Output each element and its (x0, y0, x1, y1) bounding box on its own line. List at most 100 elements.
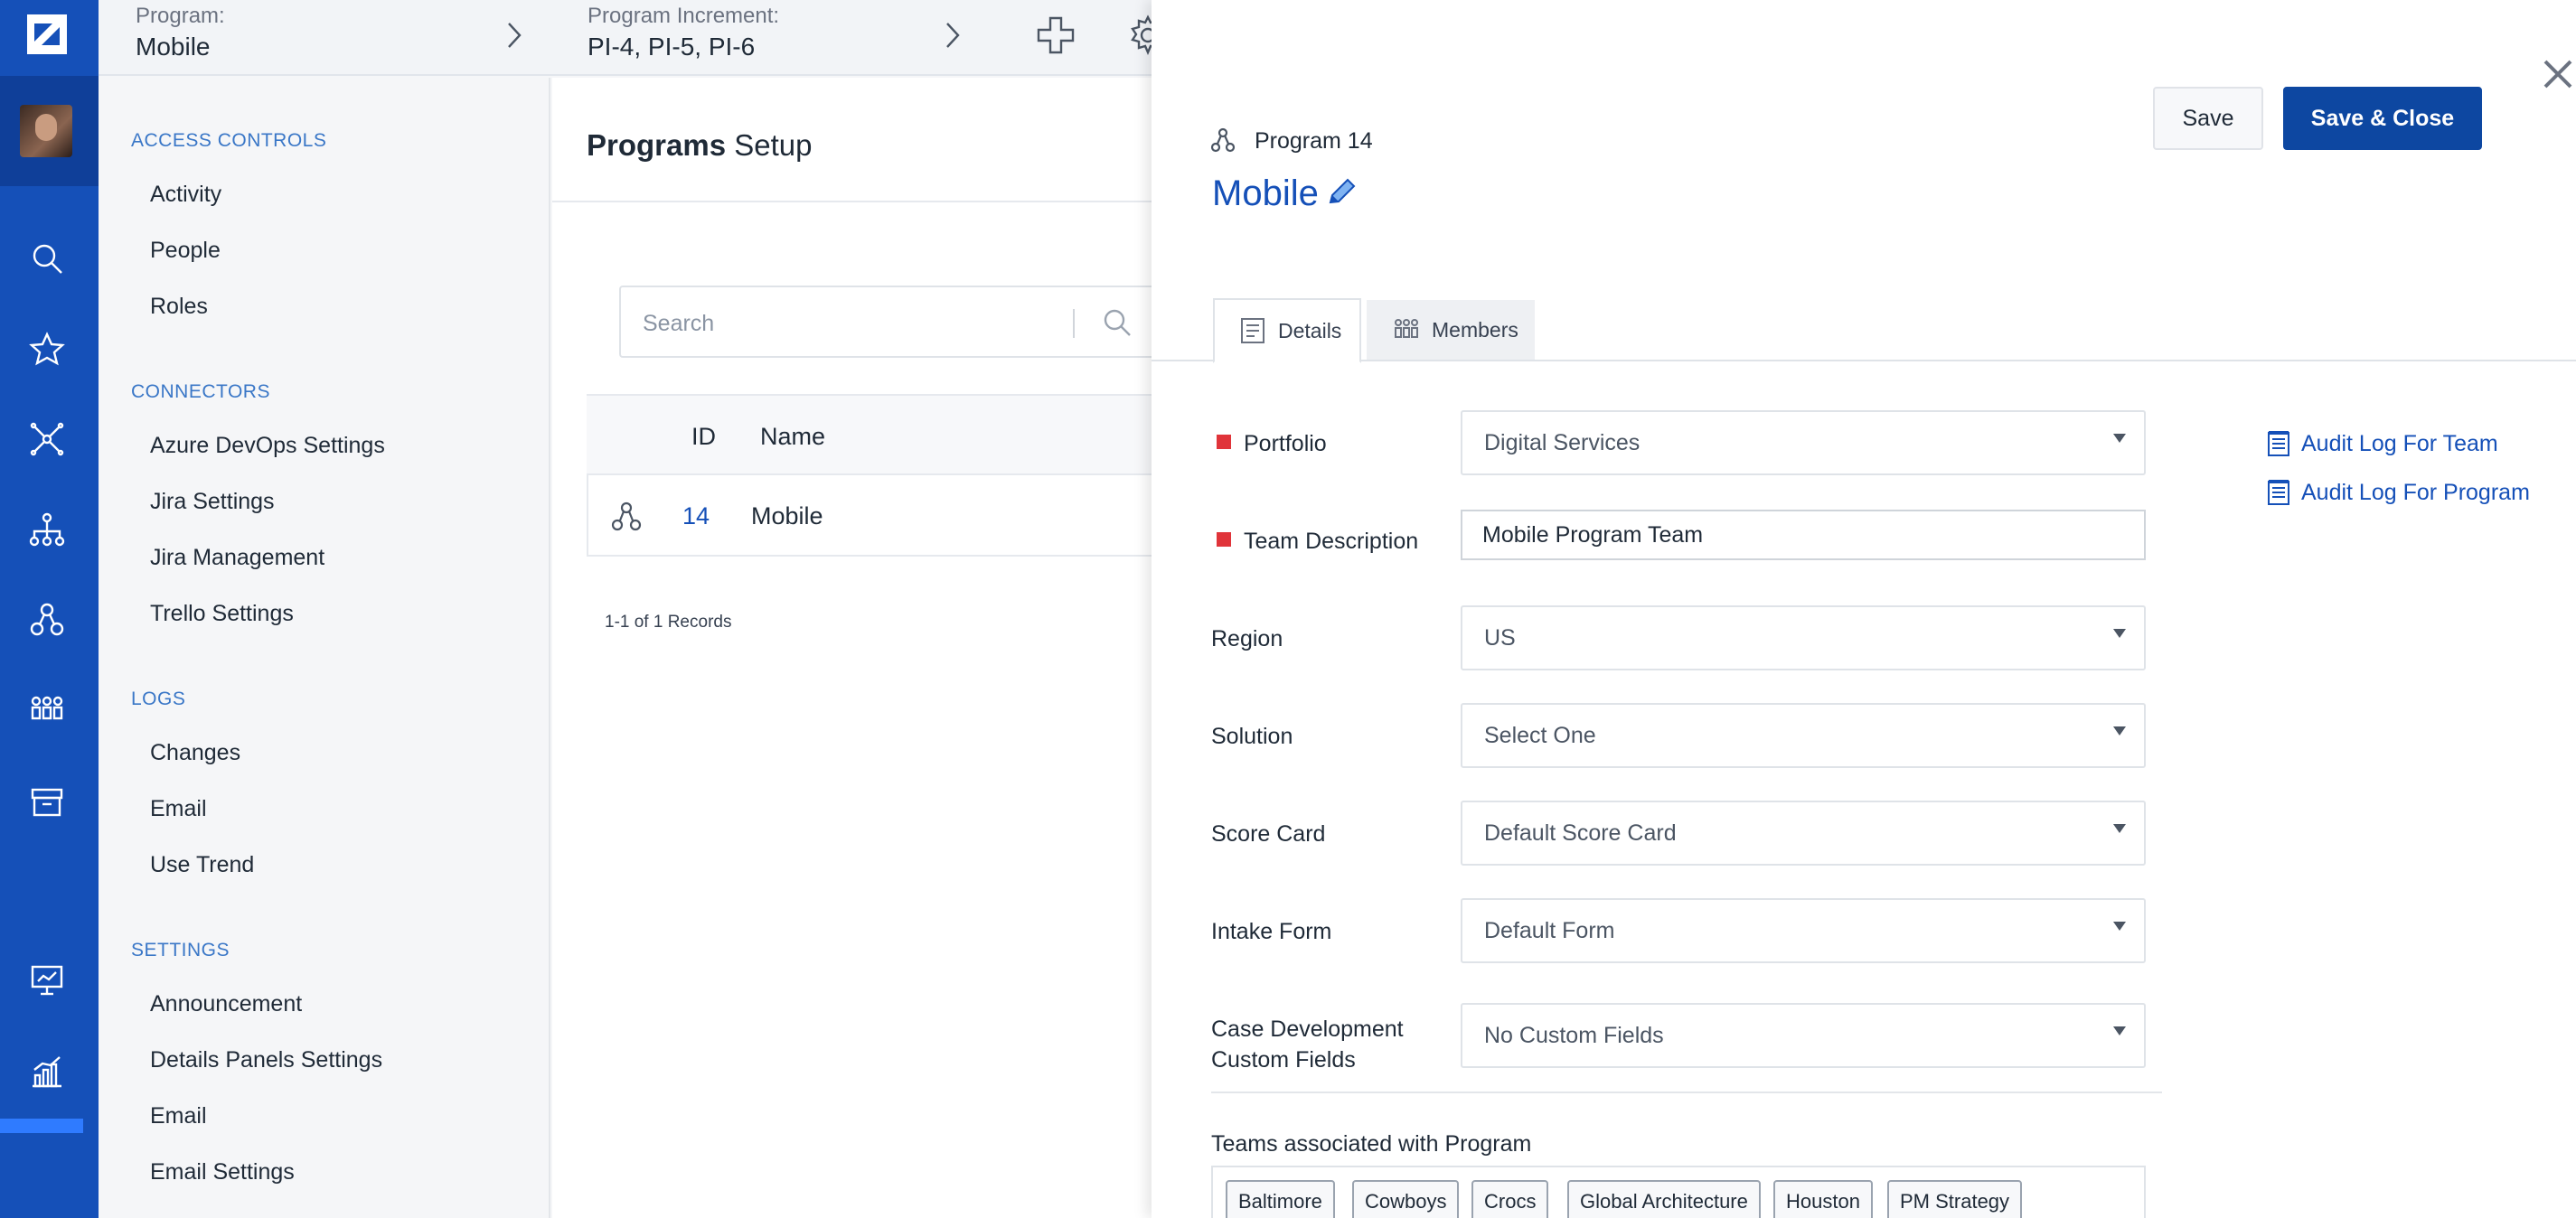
row-id-link[interactable]: 14 (682, 502, 710, 530)
nav-item-jira-management[interactable]: Jira Management (150, 545, 324, 571)
search-icon[interactable] (27, 239, 67, 278)
chevron-right-icon[interactable] (505, 20, 523, 51)
divider (552, 201, 1152, 202)
score-card-value: Default Score Card (1484, 820, 1677, 846)
table-row[interactable]: 14 Mobile (587, 475, 1165, 557)
row-name[interactable]: Mobile (751, 502, 823, 530)
audit-log-program-link[interactable]: Audit Log For Program (2267, 479, 2530, 506)
chevron-right-icon[interactable] (944, 20, 962, 51)
intake-form-select[interactable]: Default Form (1461, 898, 2146, 963)
pencil-icon[interactable] (1323, 175, 1359, 211)
settings-nav: ACCESS CONTROLS Activity People Roles CO… (99, 78, 550, 1218)
program-selector[interactable]: Program: Mobile (136, 4, 225, 61)
nav-item-people[interactable]: People (150, 238, 221, 264)
required-marker (1217, 532, 1231, 547)
team-chip[interactable]: Global Architecture (1567, 1180, 1761, 1218)
program-number: Program 14 (1255, 128, 1373, 154)
nav-item-use-trend[interactable]: Use Trend (150, 852, 254, 878)
intake-form-value: Default Form (1484, 918, 1615, 943)
nav-section-logs: LOGS (131, 689, 186, 709)
solution-value: Select One (1484, 723, 1596, 748)
portfolio-select[interactable]: Digital Services (1461, 410, 2146, 475)
app-logo-icon[interactable] (25, 13, 69, 56)
region-select[interactable]: US (1461, 605, 2146, 670)
nav-item-email[interactable]: Email (150, 1103, 207, 1129)
app-rail (0, 0, 99, 1218)
search-icon[interactable] (1102, 307, 1133, 338)
network-icon[interactable] (27, 419, 67, 459)
team-chip[interactable]: Cowboys (1352, 1180, 1460, 1218)
team-chip[interactable]: Houston (1773, 1180, 1873, 1218)
log-icon (2268, 480, 2289, 505)
programs-setup-page: Programs Setup Search ID Name 14 Mobile … (552, 78, 1165, 1218)
nav-item-activity[interactable]: Activity (150, 182, 221, 208)
team-chip[interactable]: Baltimore (1226, 1180, 1335, 1218)
teams-list[interactable]: Baltimore Cowboys Crocs Global Architect… (1211, 1166, 2146, 1218)
region-label: Region (1211, 626, 1283, 651)
star-icon[interactable] (27, 329, 67, 369)
team-description-input[interactable] (1461, 510, 2146, 560)
presentation-icon[interactable] (27, 960, 67, 999)
nav-item-email-log[interactable]: Email (150, 796, 207, 822)
tab-details-label: Details (1278, 318, 1342, 342)
caret-down-icon (2113, 1026, 2126, 1035)
intake-form-label: Intake Form (1211, 919, 1332, 944)
audit-log-team-label: Audit Log For Team (2301, 430, 2498, 456)
score-card-label: Score Card (1211, 821, 1326, 847)
case-development-label: Case Development Custom Fields (1211, 1014, 1404, 1075)
solution-select[interactable]: Select One (1461, 703, 2146, 768)
team-description-label: Team Description (1211, 526, 1418, 557)
tab-details[interactable]: Details (1213, 298, 1361, 363)
tab-members-label: Members (1432, 317, 1518, 342)
program-icon (1209, 126, 1236, 154)
teams-icon[interactable] (27, 690, 67, 730)
case-development-label-line1: Case Development (1211, 1017, 1404, 1042)
records-count: 1-1 of 1 Records (605, 613, 732, 632)
tab-members[interactable]: Members (1367, 300, 1535, 360)
increment-label: Program Increment: (588, 4, 780, 28)
user-avatar[interactable] (20, 105, 72, 157)
divider (1211, 1092, 2162, 1093)
caret-down-icon (2113, 434, 2126, 443)
team-chip[interactable]: Crocs (1471, 1180, 1549, 1218)
nav-item-email-settings[interactable]: Email Settings (150, 1159, 295, 1185)
nav-item-roles[interactable]: Roles (150, 294, 208, 320)
page-title-bold: Programs (587, 128, 727, 162)
increment-value: PI-4, PI-5, PI-6 (588, 33, 756, 61)
search-box[interactable]: Search (619, 286, 1161, 358)
increment-selector[interactable]: Program Increment: PI-4, PI-5, PI-6 (588, 4, 779, 61)
log-icon (2268, 431, 2289, 456)
members-icon (1395, 319, 1418, 338)
audit-log-team-link[interactable]: Audit Log For Team (2267, 430, 2498, 457)
score-card-select[interactable]: Default Score Card (1461, 801, 2146, 866)
hierarchy-icon[interactable] (27, 510, 67, 549)
nav-item-announcement[interactable]: Announcement (150, 991, 302, 1017)
case-development-value: No Custom Fields (1484, 1023, 1664, 1048)
program-icon[interactable] (27, 600, 67, 640)
region-value: US (1484, 625, 1516, 651)
solution-label: Solution (1211, 724, 1293, 749)
analytics-icon[interactable] (27, 1052, 67, 1092)
nav-item-azure-devops[interactable]: Azure DevOps Settings (150, 433, 385, 459)
required-marker (1217, 435, 1231, 449)
caret-down-icon (2113, 726, 2126, 735)
add-icon[interactable] (1035, 14, 1076, 56)
document-icon (1241, 318, 1264, 343)
caret-down-icon (2113, 629, 2126, 638)
save-button[interactable]: Save (2153, 87, 2263, 150)
nav-item-jira-settings[interactable]: Jira Settings (150, 489, 275, 515)
nav-item-changes[interactable]: Changes (150, 740, 240, 766)
page-title: Programs Setup (587, 128, 812, 163)
team-chip[interactable]: PM Strategy (1887, 1180, 2023, 1218)
column-header-id[interactable]: ID (691, 423, 716, 451)
nav-item-trello[interactable]: Trello Settings (150, 601, 294, 627)
save-close-button[interactable]: Save & Close (2283, 87, 2482, 150)
close-icon[interactable] (2540, 56, 2576, 92)
nav-item-details-panels[interactable]: Details Panels Settings (150, 1047, 382, 1073)
case-development-select[interactable]: No Custom Fields (1461, 1003, 2146, 1068)
column-header-name[interactable]: Name (760, 423, 825, 451)
search-input[interactable]: Search (643, 311, 714, 337)
page-title-rest: Setup (726, 128, 813, 162)
teams-label: Teams associated with Program (1211, 1131, 1532, 1157)
archive-icon[interactable] (27, 782, 67, 822)
